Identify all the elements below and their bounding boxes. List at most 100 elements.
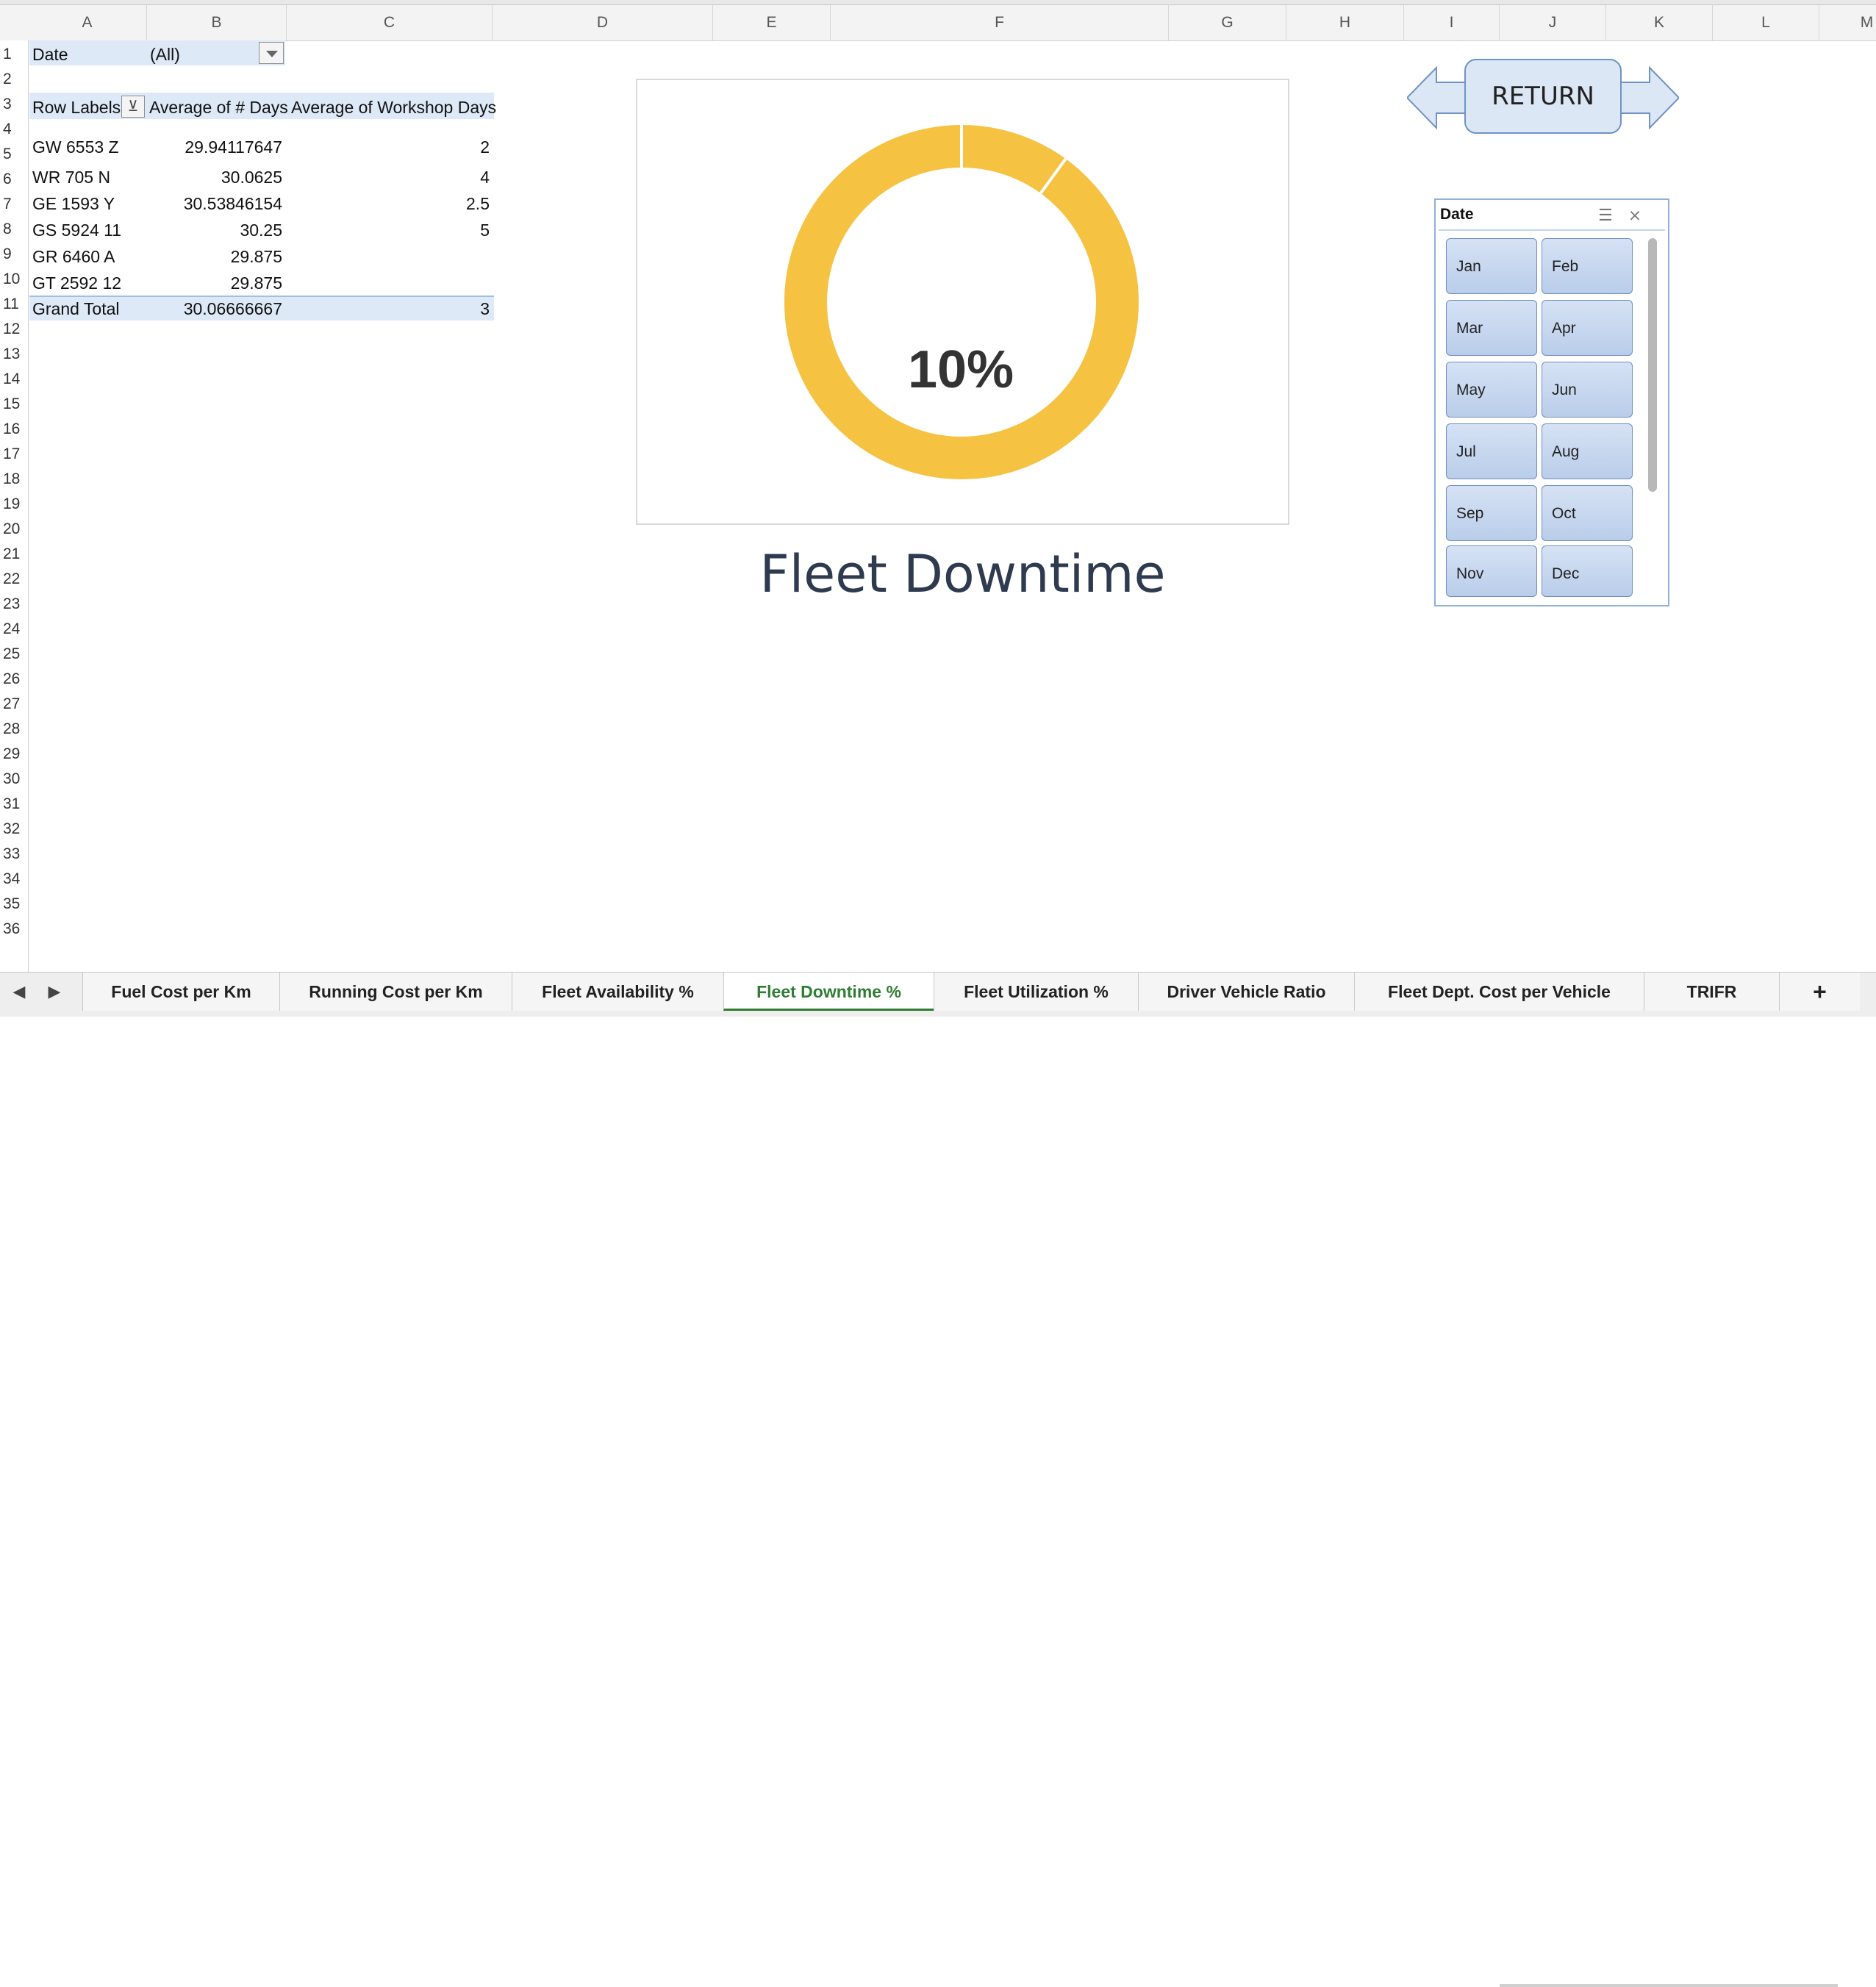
slicer-scroll-thumb[interactable] bbox=[1648, 238, 1657, 492]
chart-area[interactable]: 10% bbox=[636, 79, 1289, 525]
row-header-20[interactable]: 20 bbox=[0, 520, 28, 538]
row-header-31[interactable]: 31 bbox=[0, 795, 28, 813]
column-header-i[interactable]: I bbox=[1404, 5, 1500, 40]
pivot-header-row-labels: Row Labels bbox=[32, 98, 121, 117]
tab-running-cost-per-km[interactable]: Running Cost per Km bbox=[279, 973, 512, 1011]
row-header-5[interactable]: 5 bbox=[0, 146, 28, 163]
row-header-27[interactable]: 27 bbox=[0, 695, 28, 713]
slicer-item-oct[interactable]: Oct bbox=[1542, 485, 1633, 541]
row-header-7[interactable]: 7 bbox=[0, 196, 28, 213]
horizontal-scrollbar[interactable] bbox=[1500, 1984, 1838, 1987]
row-header-18[interactable]: 18 bbox=[0, 470, 28, 488]
row-header-11[interactable]: 11 bbox=[0, 296, 28, 313]
tab-fleet-availability[interactable]: Fleet Availability % bbox=[512, 973, 723, 1011]
slicer-separator bbox=[1439, 229, 1665, 231]
row-header-16[interactable]: 16 bbox=[0, 420, 28, 438]
filter-dropdown-button[interactable] bbox=[259, 42, 284, 64]
column-header-bar: ABCDEFGHIJKLM bbox=[0, 5, 1876, 41]
row-header-25[interactable]: 25 bbox=[0, 645, 28, 663]
column-header-m[interactable]: M bbox=[1819, 5, 1876, 40]
row-header-21[interactable]: 21 bbox=[0, 545, 28, 563]
row-header-23[interactable]: 23 bbox=[0, 595, 28, 613]
slicer-item-jul[interactable]: Jul bbox=[1446, 423, 1537, 479]
row-header-33[interactable]: 33 bbox=[0, 845, 28, 863]
tab-scroll-left-icon[interactable]: ◀ bbox=[12, 983, 26, 1000]
row-header-22[interactable]: 22 bbox=[0, 570, 28, 588]
row-header-10[interactable]: 10 bbox=[0, 271, 28, 288]
pivot-row-label: GE 1593 Y bbox=[32, 194, 115, 213]
date-slicer[interactable]: Date ☰ ⨯ Jan Feb Mar Apr May Jun Jul Aug Sep Oct N… bbox=[1434, 198, 1669, 606]
row-header-29[interactable]: 29 bbox=[0, 745, 28, 763]
row-header-19[interactable]: 19 bbox=[0, 495, 28, 513]
tab-fleet-dept-cost-per-vehicle[interactable]: Fleet Dept. Cost per Vehicle bbox=[1354, 973, 1644, 1011]
column-header-g[interactable]: G bbox=[1169, 5, 1286, 40]
row-header-12[interactable]: 12 bbox=[0, 321, 28, 338]
row-header-32[interactable]: 32 bbox=[0, 820, 28, 838]
column-header-d[interactable]: D bbox=[493, 5, 713, 40]
slicer-item-nov[interactable]: Nov bbox=[1446, 545, 1537, 597]
row-header-13[interactable]: 13 bbox=[0, 346, 28, 363]
slicer-item-feb[interactable]: Feb bbox=[1542, 238, 1633, 294]
slicer-item-apr[interactable]: Apr bbox=[1542, 300, 1633, 356]
row-header-36[interactable]: 36 bbox=[0, 920, 28, 938]
doughnut-ring[interactable] bbox=[784, 125, 1139, 479]
slicer-item-sep[interactable]: Sep bbox=[1446, 485, 1537, 541]
pivot-row-workshop-days: 2.5 bbox=[466, 194, 490, 213]
row-header-30[interactable]: 30 bbox=[0, 770, 28, 788]
column-header-b[interactable]: B bbox=[147, 5, 287, 40]
tab-scroll-right-icon[interactable]: ▶ bbox=[47, 983, 62, 1000]
tab-fuel-cost-per-km[interactable]: Fuel Cost per Km bbox=[82, 973, 279, 1011]
return-navigation[interactable]: RETURN bbox=[1407, 57, 1679, 138]
tab-fleet-utilization[interactable]: Fleet Utilization % bbox=[934, 973, 1138, 1011]
pivot-row-avg-days: 30.53846154 bbox=[183, 194, 282, 213]
column-header-l[interactable]: L bbox=[1713, 5, 1819, 40]
row-header-14[interactable]: 14 bbox=[0, 370, 28, 388]
slicer-scrollbar[interactable] bbox=[1646, 238, 1658, 600]
pivot-row-label: GR 6460 A bbox=[32, 247, 115, 266]
row-labels-filter-icon[interactable]: ⊻ bbox=[121, 96, 145, 118]
slicer-item-aug[interactable]: Aug bbox=[1542, 423, 1633, 479]
pivot-row-label: WR 705 N bbox=[32, 168, 111, 187]
tab-driver-vehicle-ratio[interactable]: Driver Vehicle Ratio bbox=[1138, 973, 1354, 1011]
chart-title: Fleet Downtime bbox=[759, 544, 1166, 604]
slicer-item-jan[interactable]: Jan bbox=[1446, 238, 1537, 294]
pivot-header-workshop-days: Average of Workshop Days bbox=[291, 98, 497, 117]
row-header-17[interactable]: 17 bbox=[0, 445, 28, 463]
row-header-24[interactable]: 24 bbox=[0, 620, 28, 638]
column-header-a[interactable]: A bbox=[28, 5, 147, 40]
slicer-item-mar[interactable]: Mar bbox=[1446, 300, 1537, 356]
row-header-2[interactable]: 2 bbox=[0, 71, 28, 88]
row-header-35[interactable]: 35 bbox=[0, 895, 28, 913]
row-header-28[interactable]: 28 bbox=[0, 720, 28, 738]
total-avg-days: 30.06666667 bbox=[183, 299, 282, 318]
row-header-15[interactable]: 15 bbox=[0, 395, 28, 413]
column-header-h[interactable]: H bbox=[1286, 5, 1404, 40]
multi-select-icon[interactable]: ☰ bbox=[1594, 206, 1617, 225]
add-sheet-button[interactable]: + bbox=[1779, 973, 1860, 1011]
column-header-f[interactable]: F bbox=[831, 5, 1169, 40]
downtime-percent-label: 10% bbox=[908, 340, 1014, 399]
tab-fleet-downtime[interactable]: Fleet Downtime % bbox=[723, 973, 934, 1011]
pivot-row-avg-days: 29.94117647 bbox=[185, 137, 282, 157]
column-header-c[interactable]: C bbox=[287, 5, 493, 40]
row-header-34[interactable]: 34 bbox=[0, 870, 28, 888]
slicer-item-may[interactable]: May bbox=[1446, 362, 1537, 418]
row-header-26[interactable]: 26 bbox=[0, 670, 28, 688]
slicer-item-jun[interactable]: Jun bbox=[1542, 362, 1633, 418]
return-button[interactable]: RETURN bbox=[1464, 59, 1622, 134]
column-header-e[interactable]: E bbox=[713, 5, 831, 40]
tab-trifr[interactable]: TRIFR bbox=[1644, 973, 1779, 1011]
column-header-j[interactable]: J bbox=[1500, 5, 1606, 40]
row-header-6[interactable]: 6 bbox=[0, 171, 28, 188]
row-header-1[interactable]: 1 bbox=[0, 46, 28, 63]
row-header-9[interactable]: 9 bbox=[0, 246, 28, 263]
pivot-row-avg-days: 30.25 bbox=[240, 221, 282, 240]
pivot-row-workshop-days: 4 bbox=[480, 168, 490, 187]
row-header-4[interactable]: 4 bbox=[0, 121, 28, 138]
clear-filter-icon[interactable]: ⨯ bbox=[1624, 206, 1646, 225]
filter-value[interactable]: (All) bbox=[150, 45, 180, 65]
column-header-k[interactable]: K bbox=[1606, 5, 1713, 40]
row-header-8[interactable]: 8 bbox=[0, 221, 28, 238]
slicer-item-dec[interactable]: Dec bbox=[1542, 545, 1633, 597]
row-header-3[interactable]: 3 bbox=[0, 96, 28, 113]
